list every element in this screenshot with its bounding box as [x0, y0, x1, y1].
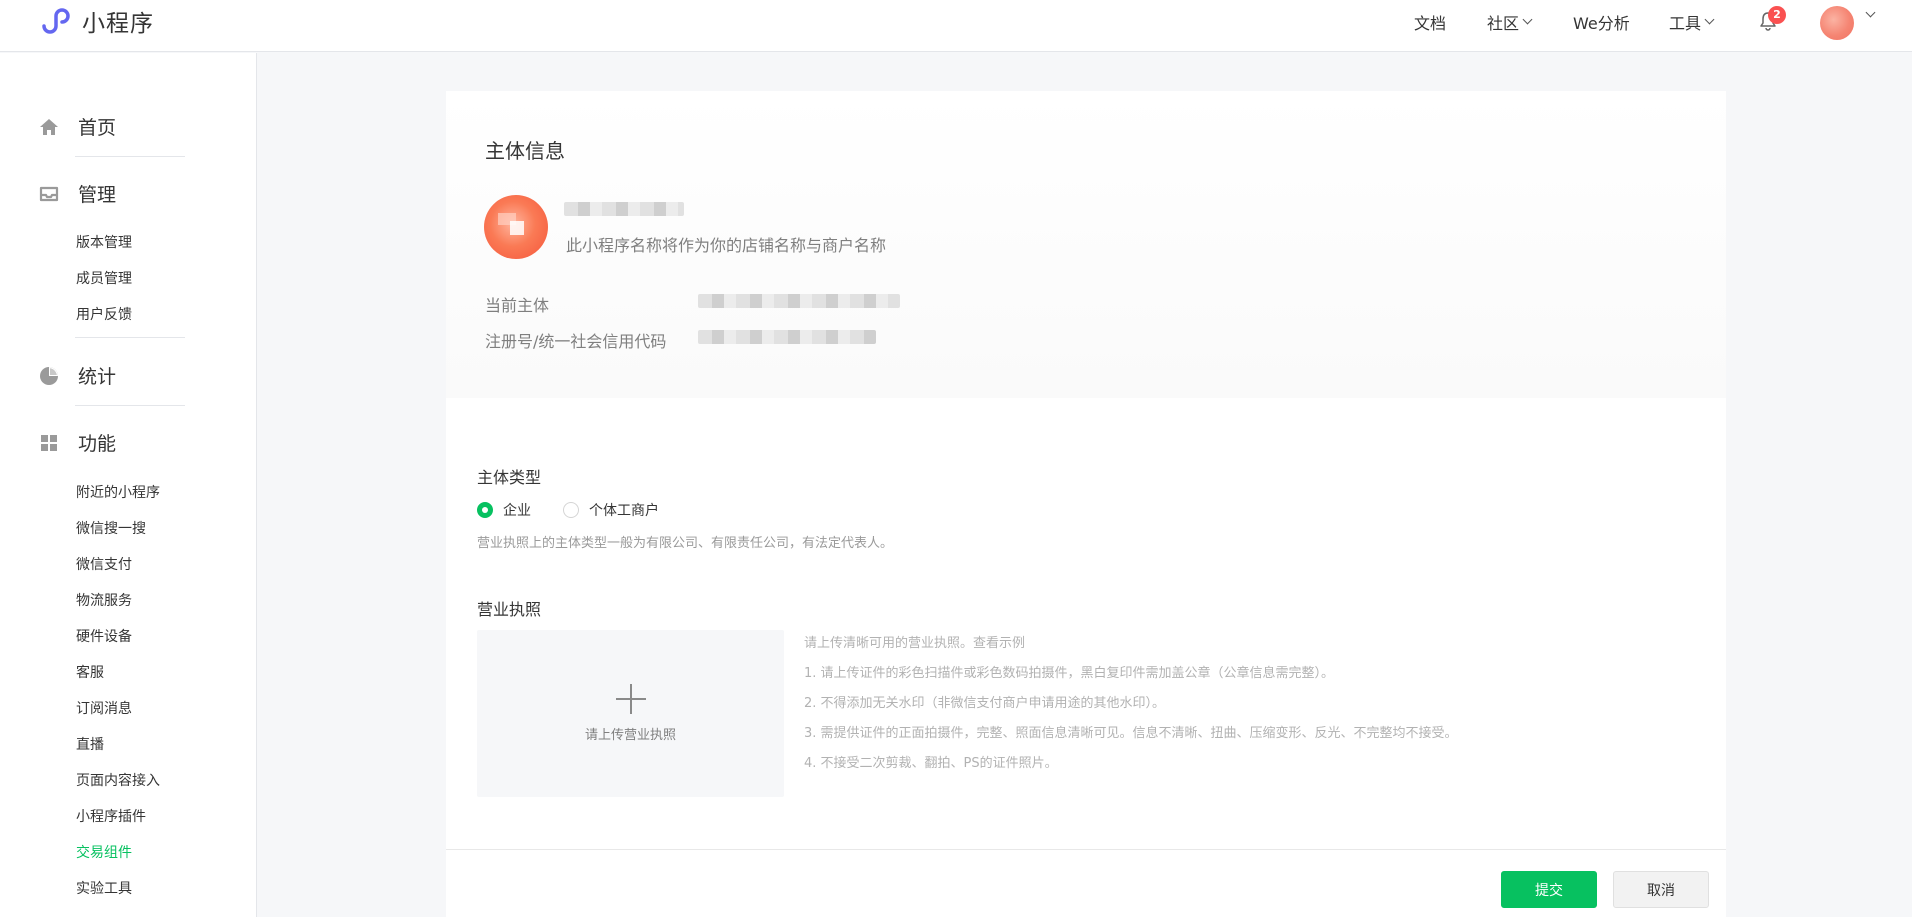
- divider: [75, 405, 185, 406]
- nav-community-label: 社区: [1487, 14, 1520, 33]
- upload-label: 请上传营业执照: [584, 728, 676, 743]
- nav-we-analytics[interactable]: We分析: [1573, 10, 1630, 34]
- license-requirement: 4. 不接受二次剪裁、翻拍、PS的证件照片。: [804, 756, 1058, 771]
- mini-program-avatar: [484, 195, 548, 259]
- sidebar-item-version-management[interactable]: 版本管理: [76, 232, 132, 252]
- sidebar-item-experiment-tools[interactable]: 实验工具: [76, 878, 132, 898]
- redacted-current-subject: [698, 294, 900, 308]
- license-requirement: 1. 请上传证件的彩色扫描件或彩色数码拍摄件，黑白复印件需加盖公章（公章信息需完…: [804, 666, 1335, 681]
- nav-docs[interactable]: 文档: [1414, 10, 1446, 34]
- radio-individual-business[interactable]: [563, 502, 579, 518]
- sidebar-section-features[interactable]: 功能: [38, 429, 116, 456]
- subject-type-hint: 营业执照上的主体类型一般为有限公司、有限责任公司，有法定代表人。: [477, 536, 894, 551]
- license-requirement: 3. 需提供证件的正面拍摄件，完整、照面信息清晰可见。信息不清晰、扭曲、压缩变形…: [804, 726, 1458, 741]
- inbox-icon: [38, 183, 60, 205]
- nav-tools[interactable]: 工具: [1669, 10, 1715, 34]
- grid-icon: [38, 432, 60, 454]
- subject-type-radio-group: 企业 个体工商户: [477, 500, 691, 520]
- radio-individual-business-label[interactable]: 个体工商户: [589, 500, 659, 520]
- subject-type-label: 主体类型: [477, 468, 542, 487]
- sidebar-item-customer-service[interactable]: 客服: [76, 662, 104, 682]
- sidebar-item-logistics[interactable]: 物流服务: [76, 590, 132, 610]
- sidebar-item-hardware[interactable]: 硬件设备: [76, 626, 132, 646]
- sidebar-item-page-content-access[interactable]: 页面内容接入: [76, 770, 160, 790]
- sidebar-item-nearby-mini-programs[interactable]: 附近的小程序: [76, 482, 160, 502]
- mini-program-logo-icon: [42, 8, 70, 34]
- sidebar-item-member-management[interactable]: 成员管理: [76, 268, 132, 288]
- chevron-down-icon[interactable]: [1865, 7, 1876, 18]
- credit-code-label: 注册号/统一社会信用代码: [485, 332, 667, 351]
- pie-chart-icon: [38, 365, 60, 387]
- brand[interactable]: 小程序: [38, 3, 154, 39]
- plus-icon: [615, 684, 646, 714]
- sidebar-item-wechat-pay[interactable]: 微信支付: [76, 554, 132, 574]
- sidebar: 首页 管理 版本管理 成员管理 用户反馈 统计 功能 附近的小程序 微信搜一搜 …: [0, 53, 257, 917]
- sidebar-item-live-streaming[interactable]: 直播: [76, 734, 104, 754]
- subject-info-title: 主体信息: [485, 139, 565, 163]
- requirements-intro-text: 请上传清晰可用的营业执照。: [804, 636, 974, 651]
- sidebar-section-manage[interactable]: 管理: [38, 180, 116, 207]
- top-bar: 小程序 文档 社区 We分析 工具 2: [0, 0, 1912, 52]
- business-license-label: 营业执照: [477, 600, 542, 619]
- redacted-credit-code: [698, 330, 876, 344]
- sidebar-item-user-feedback[interactable]: 用户反馈: [76, 304, 132, 324]
- sidebar-item-transaction-component[interactable]: 交易组件: [76, 842, 132, 862]
- sidebar-section-label: 首页: [78, 117, 117, 139]
- sidebar-item-plugins[interactable]: 小程序插件: [76, 806, 146, 826]
- nav-tools-label: 工具: [1669, 14, 1702, 33]
- avatar-mosaic: [510, 221, 524, 235]
- chevron-down-icon: [1704, 14, 1715, 25]
- notification-badge: 2: [1768, 6, 1786, 24]
- sidebar-section-label: 统计: [78, 366, 117, 388]
- submit-button[interactable]: 提交: [1501, 871, 1597, 908]
- radio-enterprise-label[interactable]: 企业: [503, 500, 531, 520]
- home-icon: [38, 116, 60, 138]
- sidebar-section-label: 管理: [78, 184, 117, 206]
- nav-community[interactable]: 社区: [1487, 10, 1533, 34]
- current-subject-label: 当前主体: [485, 296, 550, 315]
- mini-program-name-hint: 此小程序名称将作为你的店铺名称与商户名称: [566, 236, 887, 255]
- view-example-link[interactable]: 查看示例: [973, 636, 1025, 651]
- nav-docs-label: 文档: [1414, 14, 1447, 33]
- radio-enterprise[interactable]: [477, 502, 493, 518]
- divider: [75, 337, 185, 338]
- sidebar-item-wechat-search[interactable]: 微信搜一搜: [76, 518, 146, 538]
- divider: [75, 156, 185, 157]
- user-avatar[interactable]: [1820, 6, 1854, 40]
- chevron-down-icon: [1522, 14, 1533, 25]
- license-requirement: 2. 不得添加无关水印（非微信支付商户申请用途的其他水印）。: [804, 696, 1166, 711]
- redacted-mini-program-name: [564, 202, 684, 216]
- sidebar-section-label: 功能: [78, 433, 117, 455]
- sidebar-section-statistics[interactable]: 统计: [38, 362, 116, 389]
- nav-we-analytics-label: We分析: [1573, 14, 1630, 33]
- brand-name: 小程序: [82, 11, 154, 37]
- business-license-upload[interactable]: 请上传营业执照: [477, 630, 784, 797]
- cancel-button[interactable]: 取消: [1613, 871, 1709, 908]
- license-requirements-intro: 请上传清晰可用的营业执照。查看示例: [804, 632, 1025, 651]
- sidebar-section-home[interactable]: 首页: [38, 113, 116, 140]
- sidebar-item-subscription-messages[interactable]: 订阅消息: [76, 698, 132, 718]
